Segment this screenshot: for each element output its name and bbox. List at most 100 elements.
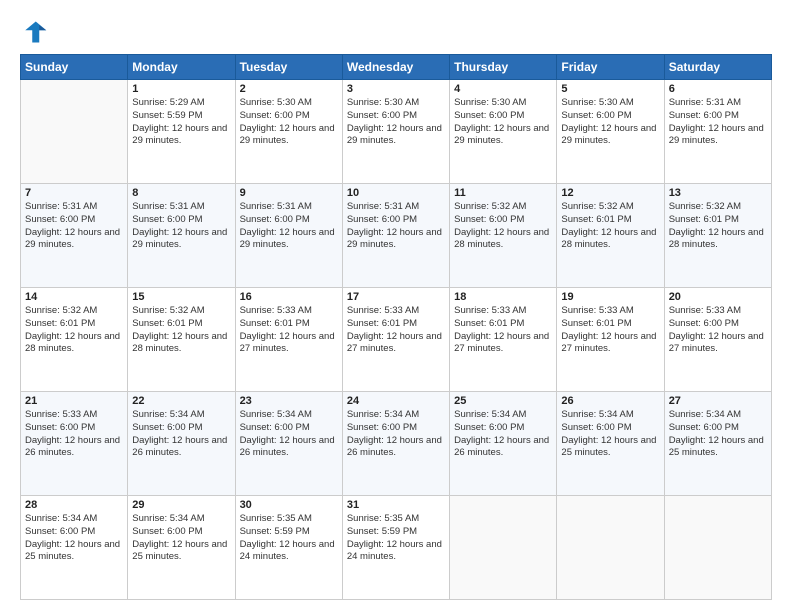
day-info: Sunrise: 5:33 AM Sunset: 6:01 PM Dayligh… — [561, 305, 659, 356]
day-info: Sunrise: 5:34 AM Sunset: 6:00 PM Dayligh… — [561, 409, 659, 460]
calendar-day-cell: 30 Sunrise: 5:35 AM Sunset: 5:59 PM Dayli… — [235, 496, 342, 600]
day-number: 17 — [347, 291, 445, 303]
day-info: Sunrise: 5:31 AM Sunset: 6:00 PM Dayligh… — [240, 201, 338, 252]
day-number: 18 — [454, 291, 552, 303]
calendar-day-cell: 23Sunrise: 5:34 AM Sunset: 6:00 PM Dayli… — [235, 392, 342, 496]
calendar-day-cell: 28 Sunrise: 5:34 AM Sunset: 6:00 PM Dayli… — [21, 496, 128, 600]
day-number: 16 — [240, 291, 338, 303]
day-header-saturday: Saturday — [664, 55, 771, 80]
day-info: Sunrise: 5:34 AM Sunset: 6:00 PM Dayligh… — [25, 513, 123, 564]
calendar-day-cell: 16 Sunrise: 5:33 AM Sunset: 6:01 PM Dayli… — [235, 288, 342, 392]
header — [20, 18, 772, 46]
day-number: 27 — [669, 395, 767, 407]
day-number: 5 — [561, 83, 659, 95]
day-info: Sunrise: 5:34 AM Sunset: 6:00 PM Dayligh… — [347, 409, 445, 460]
calendar-week-row: 21 Sunrise: 5:33 AM Sunset: 6:00 PM Dayli… — [21, 392, 772, 496]
calendar-day-cell: 12 Sunrise: 5:32 AM Sunset: 6:01 PM Dayli… — [557, 184, 664, 288]
calendar-day-cell: 29 Sunrise: 5:34 AM Sunset: 6:00 PM Dayli… — [128, 496, 235, 600]
day-info: Sunrise: 5:33 AM Sunset: 6:01 PM Dayligh… — [240, 305, 338, 356]
calendar-day-cell — [450, 496, 557, 600]
day-header-friday: Friday — [557, 55, 664, 80]
calendar-day-cell: 19 Sunrise: 5:33 AM Sunset: 6:01 PM Dayli… — [557, 288, 664, 392]
page: SundayMondayTuesdayWednesdayThursdayFrid… — [0, 0, 792, 612]
day-number: 1 — [132, 83, 230, 95]
logo-icon — [20, 18, 48, 46]
day-info: Sunrise: 5:32 AM Sunset: 6:00 PM Dayligh… — [454, 201, 552, 252]
day-number: 20 — [669, 291, 767, 303]
day-number: 4 — [454, 83, 552, 95]
calendar-week-row: 28 Sunrise: 5:34 AM Sunset: 6:00 PM Dayli… — [21, 496, 772, 600]
calendar-header-row: SundayMondayTuesdayWednesdayThursdayFrid… — [21, 55, 772, 80]
day-number: 31 — [347, 499, 445, 511]
day-info: Sunrise: 5:33 AM Sunset: 6:01 PM Dayligh… — [454, 305, 552, 356]
calendar-day-cell: 17 Sunrise: 5:33 AM Sunset: 6:01 PM Dayli… — [342, 288, 449, 392]
day-info: Sunrise: 5:34 AM Sunset: 6:00 PM Dayligh… — [454, 409, 552, 460]
calendar-day-cell: 5 Sunrise: 5:30 AM Sunset: 6:00 PM Daylig… — [557, 80, 664, 184]
day-info: Sunrise: 5:30 AM Sunset: 6:00 PM Dayligh… — [240, 97, 338, 148]
calendar-day-cell: 8 Sunrise: 5:31 AM Sunset: 6:00 PM Daylig… — [128, 184, 235, 288]
day-number: 29 — [132, 499, 230, 511]
calendar-day-cell: 27 Sunrise: 5:34 AM Sunset: 6:00 PM Dayli… — [664, 392, 771, 496]
calendar-day-cell — [664, 496, 771, 600]
day-header-thursday: Thursday — [450, 55, 557, 80]
day-info: Sunrise: 5:34 AM Sunset: 6:00 PM Dayligh… — [132, 513, 230, 564]
day-info: Sunrise: 5:30 AM Sunset: 6:00 PM Dayligh… — [561, 97, 659, 148]
day-number: 25 — [454, 395, 552, 407]
day-info: Sunrise: 5:31 AM Sunset: 6:00 PM Dayligh… — [132, 201, 230, 252]
day-number: 9 — [240, 187, 338, 199]
day-number: 6 — [669, 83, 767, 95]
day-number: 26 — [561, 395, 659, 407]
day-info: Sunrise: 5:32 AM Sunset: 6:01 PM Dayligh… — [132, 305, 230, 356]
calendar-day-cell: 6 Sunrise: 5:31 AM Sunset: 6:00 PM Daylig… — [664, 80, 771, 184]
day-number: 30 — [240, 499, 338, 511]
day-number: 28 — [25, 499, 123, 511]
day-info: Sunrise: 5:33 AM Sunset: 6:00 PM Dayligh… — [25, 409, 123, 460]
calendar-day-cell — [557, 496, 664, 600]
day-header-wednesday: Wednesday — [342, 55, 449, 80]
calendar-day-cell: 14Sunrise: 5:32 AM Sunset: 6:01 PM Dayli… — [21, 288, 128, 392]
day-info: Sunrise: 5:34 AM Sunset: 6:00 PM Dayligh… — [132, 409, 230, 460]
calendar-day-cell: 4 Sunrise: 5:30 AM Sunset: 6:00 PM Daylig… — [450, 80, 557, 184]
day-number: 11 — [454, 187, 552, 199]
day-number: 14 — [25, 291, 123, 303]
calendar-day-cell: 7Sunrise: 5:31 AM Sunset: 6:00 PM Daylig… — [21, 184, 128, 288]
day-number: 12 — [561, 187, 659, 199]
day-info: Sunrise: 5:29 AM Sunset: 5:59 PM Dayligh… — [132, 97, 230, 148]
day-info: Sunrise: 5:30 AM Sunset: 6:00 PM Dayligh… — [347, 97, 445, 148]
calendar-day-cell: 20 Sunrise: 5:33 AM Sunset: 6:00 PM Dayli… — [664, 288, 771, 392]
day-number: 23 — [240, 395, 338, 407]
calendar-day-cell: 13Sunrise: 5:32 AM Sunset: 6:01 PM Dayli… — [664, 184, 771, 288]
day-number: 24 — [347, 395, 445, 407]
day-header-sunday: Sunday — [21, 55, 128, 80]
calendar-day-cell: 18 Sunrise: 5:33 AM Sunset: 6:01 PM Dayli… — [450, 288, 557, 392]
calendar-day-cell: 10Sunrise: 5:31 AM Sunset: 6:00 PM Dayli… — [342, 184, 449, 288]
day-number: 22 — [132, 395, 230, 407]
day-number: 19 — [561, 291, 659, 303]
day-info: Sunrise: 5:30 AM Sunset: 6:00 PM Dayligh… — [454, 97, 552, 148]
logo — [20, 18, 52, 46]
calendar-day-cell: 1 Sunrise: 5:29 AM Sunset: 5:59 PM Daylig… — [128, 80, 235, 184]
calendar-day-cell: 11 Sunrise: 5:32 AM Sunset: 6:00 PM Dayli… — [450, 184, 557, 288]
day-info: Sunrise: 5:33 AM Sunset: 6:01 PM Dayligh… — [347, 305, 445, 356]
day-number: 2 — [240, 83, 338, 95]
day-info: Sunrise: 5:32 AM Sunset: 6:01 PM Dayligh… — [669, 201, 767, 252]
calendar-day-cell — [21, 80, 128, 184]
calendar-day-cell: 26 Sunrise: 5:34 AM Sunset: 6:00 PM Dayli… — [557, 392, 664, 496]
day-info: Sunrise: 5:31 AM Sunset: 6:00 PM Dayligh… — [347, 201, 445, 252]
day-info: Sunrise: 5:35 AM Sunset: 5:59 PM Dayligh… — [240, 513, 338, 564]
calendar-day-cell: 24 Sunrise: 5:34 AM Sunset: 6:00 PM Dayli… — [342, 392, 449, 496]
day-info: Sunrise: 5:35 AM Sunset: 5:59 PM Dayligh… — [347, 513, 445, 564]
day-info: Sunrise: 5:34 AM Sunset: 6:00 PM Dayligh… — [669, 409, 767, 460]
calendar-day-cell: 25 Sunrise: 5:34 AM Sunset: 6:00 PM Dayli… — [450, 392, 557, 496]
day-number: 21 — [25, 395, 123, 407]
day-info: Sunrise: 5:32 AM Sunset: 6:01 PM Dayligh… — [561, 201, 659, 252]
calendar-table: SundayMondayTuesdayWednesdayThursdayFrid… — [20, 54, 772, 600]
calendar-day-cell: 21 Sunrise: 5:33 AM Sunset: 6:00 PM Dayli… — [21, 392, 128, 496]
day-number: 8 — [132, 187, 230, 199]
calendar-day-cell: 3Sunrise: 5:30 AM Sunset: 6:00 PM Daylig… — [342, 80, 449, 184]
calendar-week-row: 7Sunrise: 5:31 AM Sunset: 6:00 PM Daylig… — [21, 184, 772, 288]
day-info: Sunrise: 5:33 AM Sunset: 6:00 PM Dayligh… — [669, 305, 767, 356]
calendar-day-cell: 22 Sunrise: 5:34 AM Sunset: 6:00 PM Dayli… — [128, 392, 235, 496]
day-info: Sunrise: 5:31 AM Sunset: 6:00 PM Dayligh… — [669, 97, 767, 148]
calendar-week-row: 1 Sunrise: 5:29 AM Sunset: 5:59 PM Daylig… — [21, 80, 772, 184]
